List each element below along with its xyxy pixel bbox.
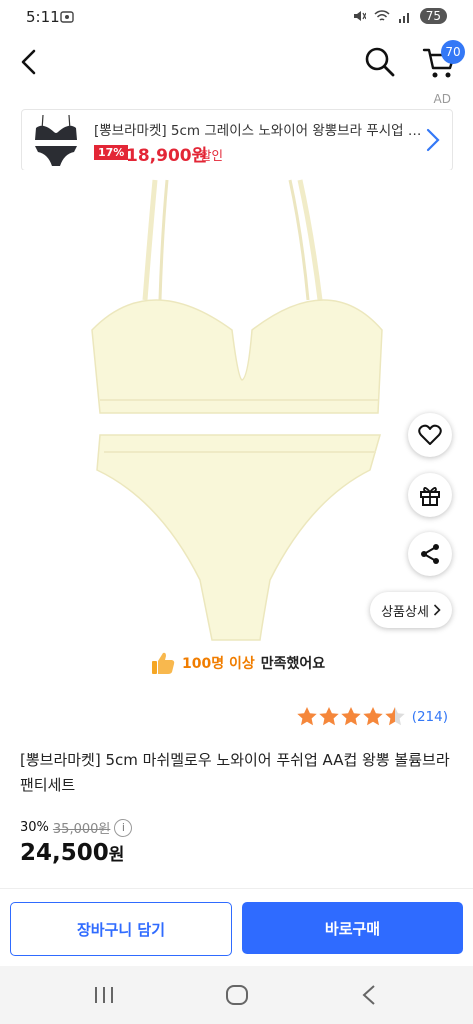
gift-icon <box>420 487 440 506</box>
status-time: 5:11 <box>26 8 60 26</box>
heart-icon <box>418 424 442 445</box>
ad-banner[interactable]: [뽕브라마켓] 5cm 그레이스 노와이어 왕뽕브라 푸시업 볼륨브라팬티세트 … <box>21 109 453 171</box>
satisfaction-suffix: 만족했어요 <box>260 656 326 672</box>
price-discount-row: 30% 35,000원 i <box>20 818 133 837</box>
satisfaction-notice: 100명 이상 만족했어요 <box>150 650 325 676</box>
home-icon[interactable] <box>225 984 249 1006</box>
status-icons: 75 <box>352 8 447 24</box>
top-app-bar <box>0 36 473 92</box>
add-to-cart-button[interactable]: 장바구니 담기 <box>10 902 232 956</box>
star-icon <box>340 707 361 726</box>
share-icon <box>421 544 439 564</box>
ad-label: AD <box>433 92 451 106</box>
final-price: 24,500원 <box>20 840 124 866</box>
chevron-right-icon <box>433 604 441 616</box>
system-back-icon[interactable] <box>361 984 377 1006</box>
search-button[interactable] <box>364 46 396 78</box>
wifi-icon <box>374 10 390 21</box>
star-icon <box>362 707 383 726</box>
recent-apps-icon[interactable] <box>93 985 115 1005</box>
product-detail-button[interactable]: 상품상세 <box>370 592 452 628</box>
mute-icon <box>353 11 366 21</box>
product-title: [뽕브라마켓] 5cm 마쉬멜로우 노와이어 푸쉬업 AA컵 왕뽕 볼륨브라팬티… <box>20 751 450 794</box>
screen-record-icon <box>60 11 74 23</box>
currency-unit: 원 <box>108 845 125 865</box>
rating-stars <box>296 707 405 726</box>
share-button[interactable] <box>408 532 452 576</box>
star-icon <box>296 707 317 726</box>
original-price: 35,000원 <box>52 822 111 837</box>
product-detail-label: 상품상세 <box>381 604 429 620</box>
wishlist-button[interactable] <box>408 413 452 457</box>
satisfaction-count: 100명 이상 <box>182 656 255 672</box>
info-icon[interactable]: i <box>114 818 133 837</box>
back-button[interactable] <box>16 48 44 76</box>
status-bar: 5:11 75 <box>0 0 473 36</box>
ad-sale-label: 할인 <box>200 148 224 163</box>
cart-count-badge: 70 <box>441 40 465 64</box>
gift-button[interactable] <box>408 473 452 517</box>
half-star-icon <box>384 707 405 726</box>
ad-title: [뽕브라마켓] 5cm 그레이스 노와이어 왕뽕브라 푸시업 볼륨브라팬티세트 <box>94 123 424 139</box>
system-navigation-bar <box>0 966 473 1024</box>
signal-icon <box>398 13 409 23</box>
review-count[interactable]: (214) <box>412 709 448 725</box>
battery-indicator: 75 <box>419 8 447 24</box>
rating-row[interactable]: (214) <box>296 706 448 728</box>
divider <box>0 888 473 889</box>
ad-discount-badge: 17% <box>94 145 129 160</box>
ad-product-thumbnail <box>35 114 77 166</box>
ad-price: 18,900원 <box>126 146 208 166</box>
chevron-right-icon <box>426 128 440 152</box>
product-image[interactable] <box>0 170 473 650</box>
thumbs-up-icon <box>152 652 175 674</box>
final-price-value: 24,500 <box>20 840 109 866</box>
discount-rate: 30% <box>20 820 49 835</box>
star-icon <box>318 707 339 726</box>
buy-now-button[interactable]: 바로구매 <box>242 902 463 954</box>
